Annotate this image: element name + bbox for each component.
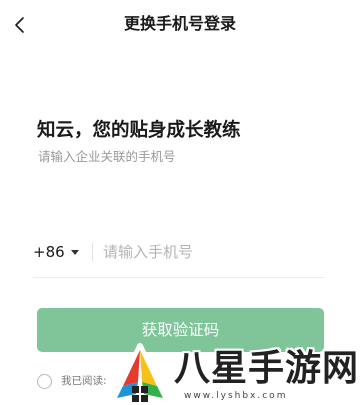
phone-number-input[interactable] bbox=[103, 239, 313, 265]
phone-input-row: +86 bbox=[33, 232, 325, 278]
watermark-text: 八星手游网 bbox=[174, 348, 360, 389]
agree-checkbox[interactable] bbox=[37, 374, 52, 389]
agreement-text: 我已阅读: bbox=[61, 375, 107, 387]
country-code-selector[interactable]: +86 bbox=[33, 241, 79, 263]
caret-down-icon bbox=[70, 250, 79, 255]
nav-bar: 更换手机号登录 bbox=[0, 0, 360, 50]
country-code-label: +86 bbox=[33, 243, 65, 261]
instruction-text: 请输入企业关联的手机号 bbox=[38, 149, 176, 164]
site-watermark: 八星手游网 www.lyshbx.com bbox=[108, 342, 360, 405]
login-screen: 更换手机号登录 知云，您的贴身成长教练 请输入企业关联的手机号 +86 获取验证… bbox=[0, 0, 360, 405]
watermark-url: www.lyshbx.com bbox=[184, 391, 288, 401]
page-title: 更换手机号登录 bbox=[123, 14, 236, 33]
field-divider bbox=[92, 243, 93, 261]
watermark-logo-icon bbox=[111, 343, 169, 403]
welcome-headline: 知云，您的贴身成长教练 bbox=[37, 120, 241, 141]
